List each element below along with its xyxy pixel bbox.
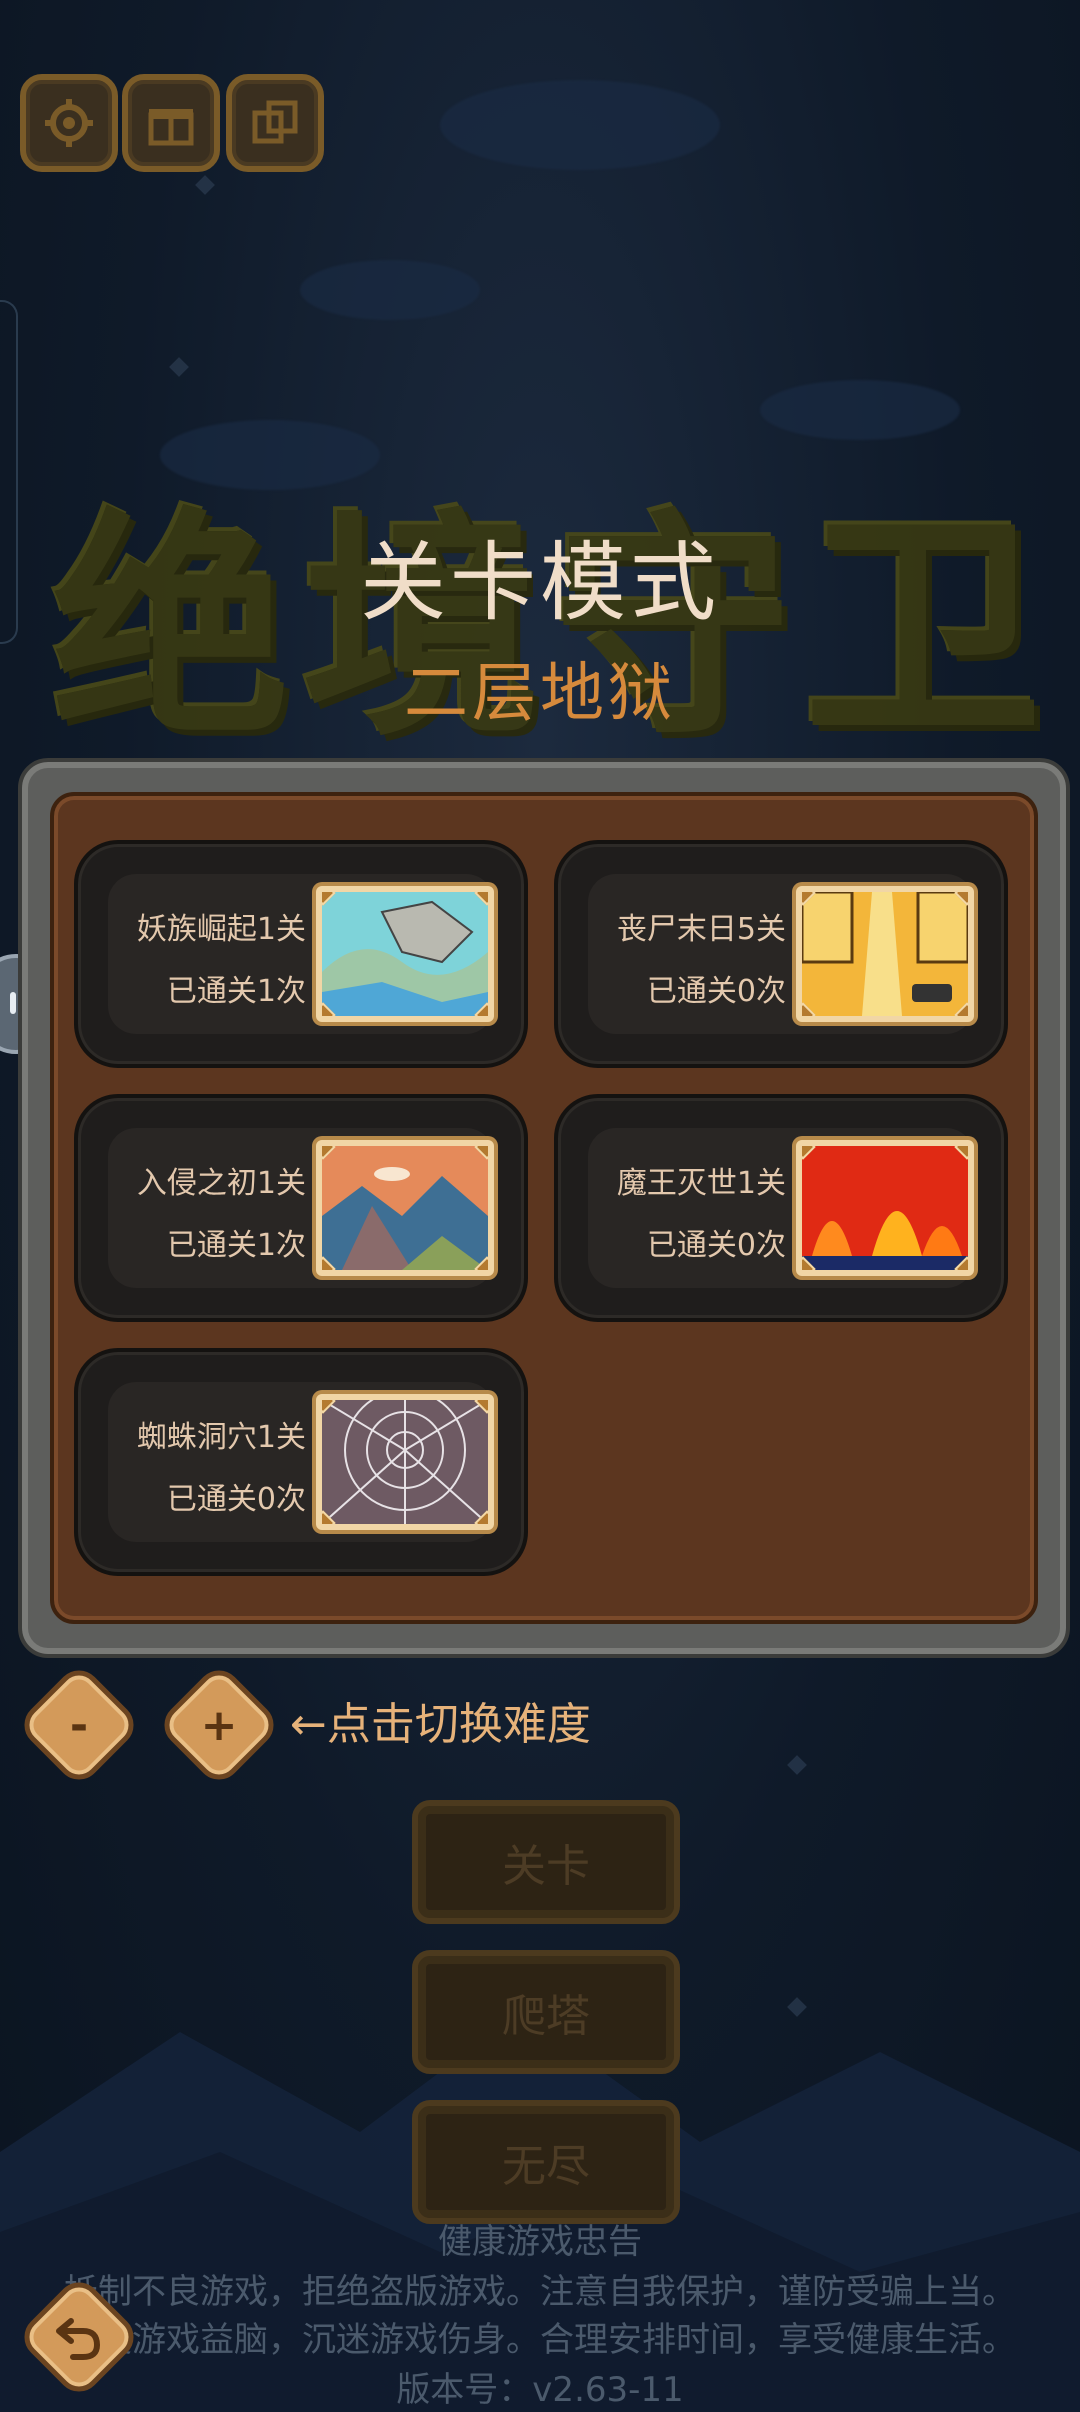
difficulty-title: 二层地狱: [404, 657, 676, 731]
level-panel: 妖族崛起1关 已通关1次 丧尸末日5关 已通关0次 入侵之初1关 已通关1次 魔…: [18, 758, 1070, 1658]
bg-star: [195, 175, 215, 195]
mode-endless-button[interactable]: 无尽: [412, 2100, 680, 2224]
level-name: 蜘蛛洞穴1关: [136, 1420, 306, 1455]
gift-button[interactable]: [122, 74, 220, 172]
bg-cloud: [440, 80, 720, 170]
level-cleared-count: 已通关0次: [646, 974, 786, 1009]
difficulty-increase-button[interactable]: +: [155, 1661, 283, 1789]
level-thumbnail: [316, 886, 494, 1022]
difficulty-hint: ←点击切换难度: [290, 1699, 591, 1750]
bg-star: [169, 357, 189, 377]
level-thumbnail: [316, 1394, 494, 1530]
level-cleared-count: 已通关1次: [166, 1228, 306, 1263]
difficulty-decrease-button[interactable]: -: [15, 1661, 143, 1789]
gear-icon: [45, 99, 93, 147]
bg-star: [787, 1755, 807, 1775]
level-name: 丧尸末日5关: [616, 912, 786, 947]
level-card[interactable]: 入侵之初1关 已通关1次: [74, 1094, 528, 1322]
health-advisory-line: 适度游戏益脑，沉迷游戏伤身。合理安排时间，享受健康生活。: [64, 2320, 1016, 2360]
back-arrow-icon: [56, 2318, 101, 2360]
health-advisory-line: 抵制不良游戏，拒绝盗版游戏。注意自我保护，谨防受骗上当。: [64, 2272, 1016, 2312]
bg-cloud: [160, 420, 380, 490]
level-cleared-count: 已通关0次: [166, 1482, 306, 1517]
mode-level-label: 关卡: [502, 1841, 590, 1892]
level-card[interactable]: 蜘蛛洞穴1关 已通关0次: [74, 1348, 528, 1576]
settings-button[interactable]: [20, 74, 118, 172]
gift-icon: [148, 109, 194, 146]
level-name: 入侵之初1关: [136, 1166, 306, 1201]
level-thumbnail: [796, 886, 974, 1022]
page-title: 关卡模式: [360, 533, 720, 633]
plus-icon: +: [200, 1699, 238, 1751]
switch-button[interactable]: [226, 74, 324, 172]
minus-icon: -: [69, 1699, 89, 1751]
level-card[interactable]: 妖族崛起1关 已通关1次: [74, 840, 528, 1068]
level-name: 魔王灭世1关: [616, 1166, 786, 1201]
mode-tower-label: 爬塔: [502, 1991, 590, 2042]
level-thumbnail: [316, 1140, 494, 1276]
level-cleared-count: 已通关1次: [166, 974, 306, 1009]
level-card[interactable]: 魔王灭世1关 已通关0次: [554, 1094, 1008, 1322]
level-cleared-count: 已通关0次: [646, 1228, 786, 1263]
copy-icon: [252, 100, 298, 144]
health-advisory-title: 健康游戏忠告: [438, 2222, 642, 2262]
bg-cloud: [300, 260, 480, 320]
level-panel-inner: 妖族崛起1关 已通关1次 丧尸末日5关 已通关0次 入侵之初1关 已通关1次 魔…: [50, 792, 1038, 1624]
bg-cloud: [760, 380, 960, 440]
mode-tower-button[interactable]: 爬塔: [412, 1950, 680, 2074]
version-label: 版本号：v2.63-11: [396, 2370, 684, 2410]
mode-level-button[interactable]: 关卡: [412, 1800, 680, 1924]
mode-endless-label: 无尽: [502, 2141, 590, 2192]
level-card[interactable]: 丧尸末日5关 已通关0次: [554, 840, 1008, 1068]
level-name: 妖族崛起1关: [136, 912, 306, 947]
level-thumbnail: [796, 1140, 974, 1276]
